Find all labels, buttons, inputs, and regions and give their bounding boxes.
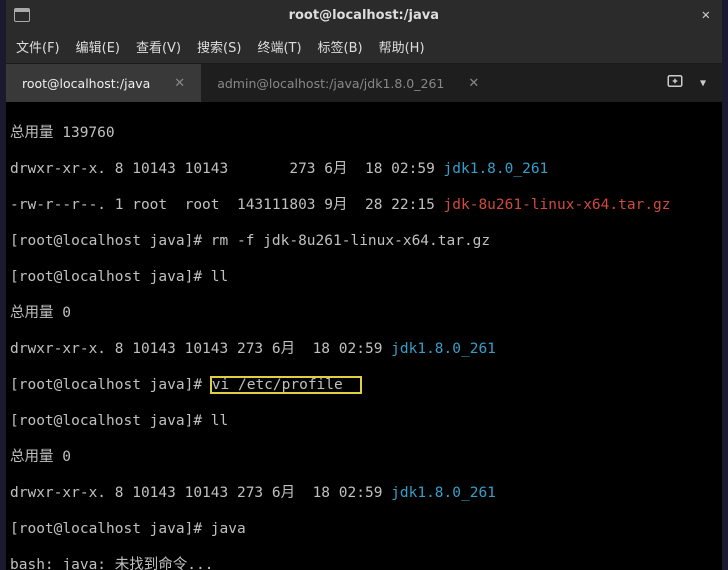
dir-name: jdk1.8.0_261 xyxy=(391,485,496,501)
dir-name: jdk1.8.0_261 xyxy=(444,161,549,177)
term-line: -rw-r--r--. 1 root root 143111803 9月 28 … xyxy=(10,196,718,214)
terminal-output[interactable]: 总用量 139760 drwxr-xr-x. 8 10143 10143 273… xyxy=(6,102,722,570)
menu-view[interactable]: 查看(V) xyxy=(136,37,181,56)
term-line: drwxr-xr-x. 8 10143 10143 273 6月 18 02:5… xyxy=(10,484,718,502)
tab-close-icon[interactable]: ✕ xyxy=(174,76,185,91)
dir-name: jdk1.8.0_261 xyxy=(391,341,496,357)
new-tab-icon[interactable] xyxy=(666,72,684,94)
menu-file[interactable]: 文件(F) xyxy=(16,37,60,56)
terminal-window: root@localhost:/java ✕ 文件(F) 编辑(E) 查看(V)… xyxy=(6,0,722,570)
term-line: 总用量 0 xyxy=(10,448,718,466)
tab-close-icon[interactable]: ✕ xyxy=(468,76,479,91)
menu-tabs[interactable]: 标签(B) xyxy=(318,37,363,56)
file-name: jdk-8u261-linux-x64.tar.gz xyxy=(444,197,671,213)
tabbar-actions: ▼ xyxy=(650,64,722,102)
term-line: drwxr-xr-x. 8 10143 10143 273 6月 18 02:5… xyxy=(10,340,718,358)
term-line: [root@localhost java]# vi /etc/profile xyxy=(10,376,718,394)
window-title: root@localhost:/java xyxy=(38,8,690,23)
term-line: 总用量 139760 xyxy=(10,124,718,142)
term-line: [root@localhost java]# rm -f jdk-8u261-l… xyxy=(10,232,718,250)
tab-label: admin@localhost:/java/jdk1.8.0_261 xyxy=(217,76,444,91)
close-icon[interactable]: ✕ xyxy=(698,7,714,23)
tab-label: root@localhost:/java xyxy=(22,76,150,91)
menu-terminal[interactable]: 终端(T) xyxy=(257,37,301,56)
tabbar: root@localhost:/java ✕ admin@localhost:/… xyxy=(6,64,722,102)
tab-1[interactable]: root@localhost:/java ✕ xyxy=(6,64,201,102)
term-line: bash: java: 未找到命令... xyxy=(10,556,718,570)
tab-2[interactable]: admin@localhost:/java/jdk1.8.0_261 ✕ xyxy=(201,64,495,102)
menubar: 文件(F) 编辑(E) 查看(V) 搜索(S) 终端(T) 标签(B) 帮助(H… xyxy=(6,30,722,64)
term-line: 总用量 0 xyxy=(10,304,718,322)
terminal-icon xyxy=(14,8,30,22)
highlighted-command: vi /etc/profile xyxy=(211,377,361,393)
term-line: [root@localhost java]# ll xyxy=(10,268,718,286)
menu-search[interactable]: 搜索(S) xyxy=(197,37,241,56)
chevron-down-icon[interactable]: ▼ xyxy=(700,78,706,89)
menu-edit[interactable]: 编辑(E) xyxy=(76,37,120,56)
term-line: drwxr-xr-x. 8 10143 10143 273 6月 18 02:5… xyxy=(10,160,718,178)
menu-help[interactable]: 帮助(H) xyxy=(379,37,425,56)
titlebar: root@localhost:/java ✕ xyxy=(6,0,722,30)
term-line: [root@localhost java]# java xyxy=(10,520,718,538)
term-line: [root@localhost java]# ll xyxy=(10,412,718,430)
